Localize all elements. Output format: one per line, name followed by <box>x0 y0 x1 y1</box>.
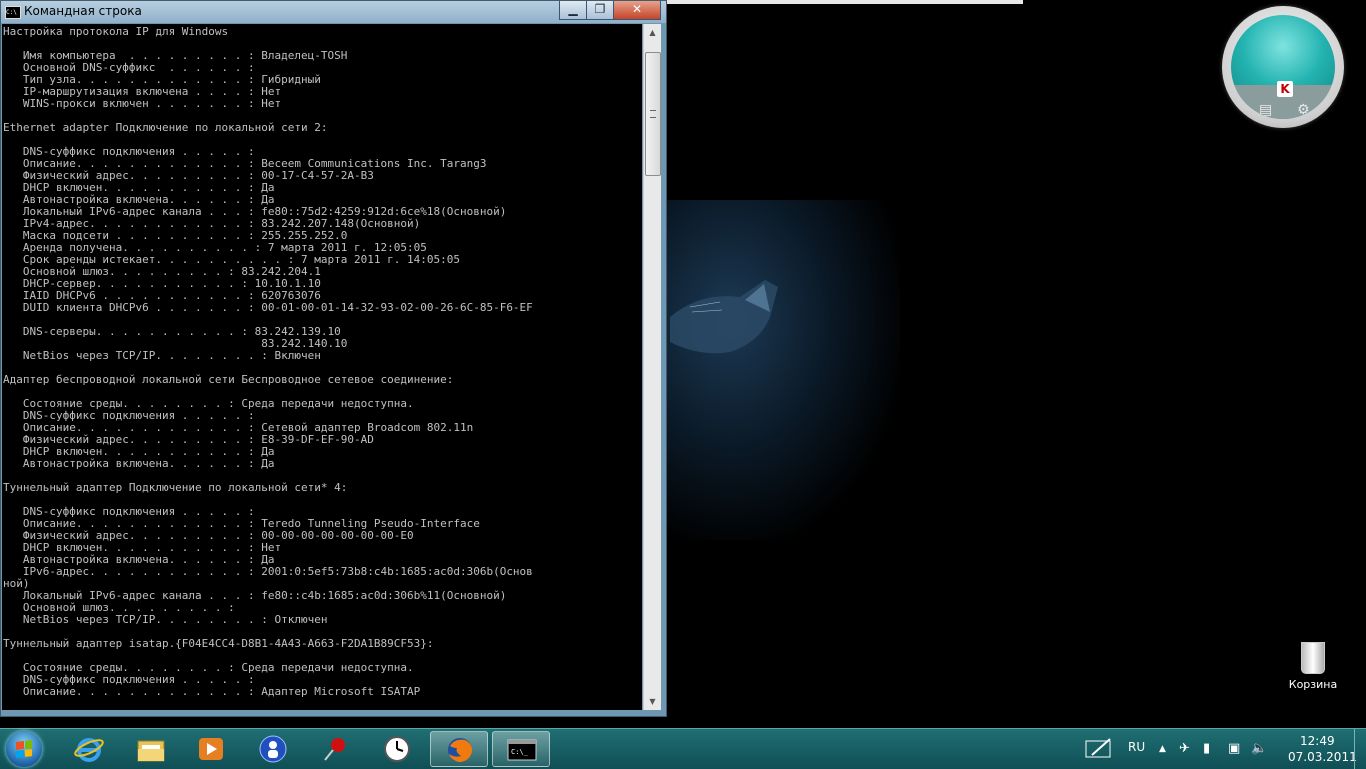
pushpin-icon <box>324 738 345 761</box>
cmd-window[interactable]: C:\ Командная строка ▁ ❐ ✕ Настройка про… <box>0 0 667 717</box>
cmd-icon[interactable]: C:\ <box>5 6 21 19</box>
console-line: IPv6-адрес. . . . . . . . . . . . : 2001… <box>3 565 533 578</box>
start-button[interactable] <box>6 731 42 767</box>
svg-text:C:\_: C:\_ <box>511 748 529 756</box>
user-icon <box>259 735 287 763</box>
taskbar-media-player[interactable] <box>182 731 240 767</box>
network-icon[interactable]: ▣ <box>1228 741 1240 756</box>
kaspersky-gadget[interactable]: K ▤ ⚙ <box>1222 6 1344 128</box>
console-line: Описание. . . . . . . . . . . . . : Адап… <box>3 685 421 698</box>
report-icon[interactable]: ▤ <box>1259 102 1272 118</box>
maximize-button[interactable]: ❐ <box>586 1 614 20</box>
folder-icon <box>137 740 165 762</box>
taskbar-pin-app[interactable] <box>306 731 364 767</box>
console-line: Туннельный адаптер Подключение по локаль… <box>3 481 348 494</box>
gear-icon[interactable]: ⚙ <box>1297 102 1310 118</box>
pin-tray-icon[interactable]: ✈ <box>1179 741 1190 756</box>
console-line: DUID клиента DHCPv6 . . . . . . . : 00-0… <box>3 301 533 314</box>
recycle-bin-icon <box>1301 642 1325 674</box>
console-line: Автонастройка включена. . . . . . : Да <box>3 457 275 470</box>
taskbar: C:\_ RU ▲ ✈ ▮ ▣ 🔈 12:49 07.03.2011 <box>0 728 1366 769</box>
media-player-icon <box>199 738 223 760</box>
console-line: Адаптер беспроводной локальной сети Бесп… <box>3 373 454 386</box>
title-bar[interactable]: C:\ Командная строка ▁ ❐ ✕ <box>1 1 666 23</box>
taskbar-internet-explorer[interactable] <box>60 731 118 767</box>
taskbar-explorer[interactable] <box>122 731 180 767</box>
volume-icon[interactable]: 🔈 <box>1251 741 1267 756</box>
close-button[interactable]: ✕ <box>613 1 661 20</box>
show-desktop-button[interactable] <box>1354 729 1366 769</box>
console-line: Настройка протокола IP для Windows <box>3 25 229 38</box>
firefox-icon <box>448 738 473 762</box>
scroll-up-icon[interactable]: ▲ <box>644 24 661 41</box>
console-line: Туннельный адаптер isatap.{F04E4CC4-D8B1… <box>3 637 434 650</box>
console-line: WINS-прокси включен . . . . . . . : Нет <box>3 97 282 110</box>
scroll-thumb[interactable] <box>645 52 661 176</box>
language-indicator[interactable]: RU <box>1128 740 1145 754</box>
gadget-face: K ▤ ⚙ <box>1231 15 1335 119</box>
windows-logo-icon <box>16 740 32 758</box>
console-line: NetBios через TCP/IP. . . . . . . . : Вк… <box>3 349 321 362</box>
taskbar-user-app[interactable] <box>244 731 302 767</box>
taskbar-clock-app[interactable] <box>368 731 426 767</box>
taskbar-firefox[interactable] <box>430 731 488 767</box>
device-tray-icon[interactable]: ▮ <box>1203 741 1210 756</box>
console-line: NetBios через TCP/IP. . . . . . . . : От… <box>3 613 328 626</box>
window-title: Командная строка <box>24 4 142 18</box>
console-output[interactable]: Настройка протокола IP для Windows Имя к… <box>2 24 642 710</box>
scroll-grip-icon <box>650 110 656 118</box>
taskbar-cmd[interactable]: C:\_ <box>492 731 550 767</box>
wallpaper-glow <box>640 200 900 540</box>
clock-date[interactable]: 07.03.2011 <box>1288 750 1357 764</box>
clock-time[interactable]: 12:49 <box>1300 734 1335 748</box>
background-window-edge <box>665 0 1023 4</box>
internet-explorer-icon <box>74 738 104 762</box>
vertical-scrollbar[interactable]: ▲ ▼ <box>643 24 661 710</box>
recycle-bin-label: Корзина <box>1288 678 1338 691</box>
pen-input-icon[interactable] <box>1084 737 1114 761</box>
kaspersky-icon[interactable]: K <box>1277 81 1293 97</box>
cmd-taskbar-icon: C:\_ <box>507 739 537 761</box>
clock-icon <box>384 736 410 762</box>
console-line: Ethernet adapter Подключение по локально… <box>3 121 328 134</box>
console-text: Настройка протокола IP для Windows Имя к… <box>2 24 642 698</box>
scroll-down-icon[interactable]: ▼ <box>644 693 661 710</box>
recycle-bin[interactable]: Корзина <box>1286 642 1340 691</box>
wallpaper-cat <box>670 280 778 354</box>
show-hidden-icons-icon[interactable]: ▲ <box>1159 744 1166 754</box>
minimize-button[interactable]: ▁ <box>559 1 587 20</box>
